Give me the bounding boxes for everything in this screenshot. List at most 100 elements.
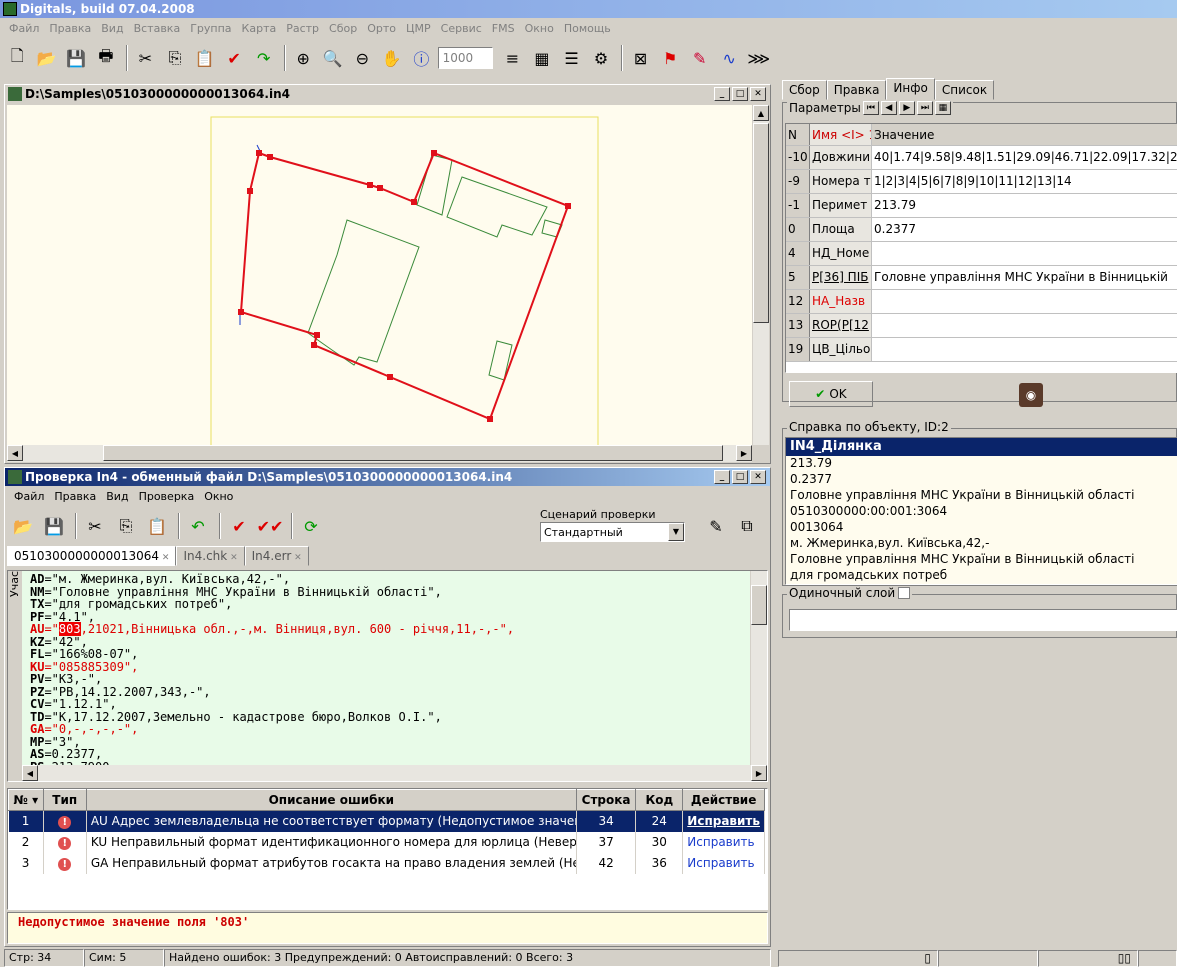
next-record-icon[interactable]: ▶ bbox=[898, 101, 915, 115]
error-action[interactable]: Исправить bbox=[682, 810, 765, 832]
param-value[interactable] bbox=[872, 314, 1177, 337]
open-folder-icon[interactable]: 📂 bbox=[9, 512, 37, 540]
check-menu-item[interactable]: Правка bbox=[49, 490, 101, 503]
single-layer-checkbox[interactable] bbox=[898, 587, 911, 599]
menu-item[interactable]: Карта bbox=[237, 22, 282, 35]
check-icon[interactable]: ✔ bbox=[225, 512, 253, 540]
col-line[interactable]: Строка bbox=[575, 789, 637, 811]
close-tab-icon[interactable]: ✕ bbox=[227, 553, 238, 563]
map-canvas[interactable] bbox=[7, 105, 752, 445]
paste-icon[interactable]: 📋 bbox=[191, 44, 218, 72]
single-layer-field[interactable] bbox=[789, 609, 1177, 631]
params-row[interactable]: 19 ЦВ_Цільо bbox=[786, 338, 1177, 362]
menu-item[interactable]: Правка bbox=[44, 22, 96, 35]
grid-view-icon[interactable]: ▦ bbox=[934, 101, 951, 115]
menu-item[interactable]: Сервис bbox=[436, 22, 487, 35]
maximize-button[interactable]: □ bbox=[732, 470, 748, 484]
error-action[interactable]: Исправить bbox=[682, 831, 765, 853]
param-value[interactable] bbox=[872, 290, 1177, 313]
code-editor[interactable]: Учас AD="м. Жмеринка,вул. Київська,42,-"… bbox=[7, 570, 768, 782]
col-code[interactable]: Код bbox=[635, 789, 684, 811]
scenario-select[interactable]: Стандартный ▼ bbox=[540, 522, 685, 542]
properties-icon[interactable]: ☰ bbox=[558, 44, 585, 72]
pan-hand-icon[interactable]: ✋ bbox=[379, 44, 406, 72]
col-desc[interactable]: Описание ошибки bbox=[85, 789, 577, 811]
right-tab[interactable]: Сбор bbox=[782, 80, 827, 100]
params-row[interactable]: -9 Номера т 1|2|3|4|5|6|7|8|9|10|11|12|13|… bbox=[786, 170, 1177, 194]
params-grid[interactable]: N Имя <I> 1( Значение -10Довжини40|1.74|… bbox=[785, 123, 1177, 373]
info-icon[interactable]: ⓘ bbox=[408, 44, 435, 72]
params-row[interactable]: 12 НА_Назв bbox=[786, 290, 1177, 314]
map-vertical-scrollbar[interactable]: ▲ bbox=[752, 105, 769, 445]
last-record-icon[interactable]: ⏭ bbox=[916, 101, 933, 115]
code-vertical-scrollbar[interactable] bbox=[750, 571, 767, 765]
close-tab-icon[interactable]: ✕ bbox=[291, 553, 302, 563]
menu-item[interactable]: FMS bbox=[487, 22, 520, 35]
col-type[interactable]: Тип bbox=[42, 789, 87, 811]
select-object-icon[interactable]: ⊠ bbox=[627, 44, 654, 72]
curve-icon[interactable]: ∿ bbox=[716, 44, 743, 72]
params-row[interactable]: 4 НД_Номе bbox=[786, 242, 1177, 266]
menu-item[interactable]: Окно bbox=[520, 22, 559, 35]
open-folder-icon[interactable]: 📂 bbox=[34, 44, 61, 72]
redo-icon[interactable]: ↷ bbox=[250, 44, 277, 72]
minimize-button[interactable]: _ bbox=[714, 470, 730, 484]
zoom-scale-field[interactable]: 1000 bbox=[437, 47, 494, 69]
param-value[interactable]: 40|1.74|9.58|9.48|1.51|29.09|46.71|22.09… bbox=[872, 146, 1177, 169]
scroll-up-arrow[interactable]: ▲ bbox=[753, 105, 769, 121]
close-button[interactable]: ✕ bbox=[750, 87, 766, 101]
scroll-thumb[interactable] bbox=[753, 123, 769, 323]
param-value[interactable] bbox=[872, 338, 1177, 361]
menu-item[interactable]: Вид bbox=[96, 22, 128, 35]
scroll-right-arrow[interactable]: ▶ bbox=[751, 765, 767, 781]
check-menu-item[interactable]: Файл bbox=[9, 490, 49, 503]
params-row[interactable]: -1 Перимет 213.79 bbox=[786, 194, 1177, 218]
menu-item[interactable]: Растр bbox=[281, 22, 324, 35]
check-menu-item[interactable]: Вид bbox=[101, 490, 133, 503]
params-row[interactable]: 5 Р[36] ПІБ Головне управління МНС України… bbox=[786, 266, 1177, 290]
file-tab[interactable]: 0510300000000013064 ✕ bbox=[7, 546, 177, 566]
close-tab-icon[interactable]: ✕ bbox=[159, 553, 170, 563]
menu-item[interactable]: Орто bbox=[362, 22, 401, 35]
vector-icon[interactable]: ⋙ bbox=[746, 44, 773, 72]
param-value[interactable]: 1|2|3|4|5|6|7|8|9|10|11|12|13|14 bbox=[872, 170, 1177, 193]
refresh-icon[interactable]: ⟳ bbox=[297, 512, 325, 540]
ok-button[interactable]: ✔ OK bbox=[789, 381, 873, 407]
param-value[interactable]: 0.2377 bbox=[872, 218, 1177, 241]
scroll-left-arrow[interactable]: ◀ bbox=[22, 765, 38, 781]
menu-item[interactable]: ЦМР bbox=[401, 22, 436, 35]
param-value[interactable] bbox=[872, 242, 1177, 265]
scroll-left-arrow[interactable]: ◀ bbox=[7, 445, 23, 461]
check-icon[interactable]: ✔ bbox=[221, 44, 248, 72]
close-button[interactable]: ✕ bbox=[750, 470, 766, 484]
copy-icon[interactable]: ⎘ bbox=[112, 512, 140, 540]
traffic-light-icon[interactable]: ⚑ bbox=[657, 44, 684, 72]
maximize-button[interactable]: □ bbox=[732, 87, 748, 101]
menu-item[interactable]: Группа bbox=[185, 22, 236, 35]
error-action[interactable]: Исправить bbox=[682, 852, 765, 874]
file-tab[interactable]: In4.chk ✕ bbox=[176, 546, 245, 566]
first-record-icon[interactable]: ⏮ bbox=[862, 101, 879, 115]
scroll-thumb-h[interactable] bbox=[103, 445, 723, 461]
layers-icon[interactable]: ≡ bbox=[499, 44, 526, 72]
params-row[interactable]: 0 Площа 0.2377 bbox=[786, 218, 1177, 242]
menu-item[interactable]: Сбор bbox=[324, 22, 362, 35]
cut-icon[interactable]: ✂ bbox=[81, 512, 109, 540]
pen-icon[interactable]: ✎ bbox=[686, 44, 713, 72]
chevron-down-icon[interactable]: ▼ bbox=[668, 523, 684, 541]
zoom-out-icon[interactable]: ⊖ bbox=[349, 44, 376, 72]
zoom-window-icon[interactable]: ⊕ bbox=[290, 44, 317, 72]
minimize-button[interactable]: _ bbox=[714, 87, 730, 101]
zoom-in-icon[interactable]: 🔍 bbox=[319, 44, 346, 72]
eye-icon[interactable]: ◉ bbox=[1019, 383, 1043, 407]
col-num[interactable]: № ▾ bbox=[8, 789, 44, 811]
right-tab[interactable]: Список bbox=[934, 80, 995, 100]
param-value[interactable]: 213.79 bbox=[872, 194, 1177, 217]
error-row[interactable]: 3! GA Неправильный формат атрибутов госак… bbox=[8, 852, 765, 874]
params-row[interactable]: 13 ROP(Р[12 bbox=[786, 314, 1177, 338]
save-icon[interactable]: 💾 bbox=[40, 512, 68, 540]
windows-icon[interactable]: ⧉ bbox=[733, 512, 761, 540]
copy-icon[interactable]: ⎘ bbox=[162, 44, 189, 72]
settings-gear-icon[interactable]: ⚙ bbox=[588, 44, 615, 72]
col-action[interactable]: Действие bbox=[682, 789, 765, 811]
